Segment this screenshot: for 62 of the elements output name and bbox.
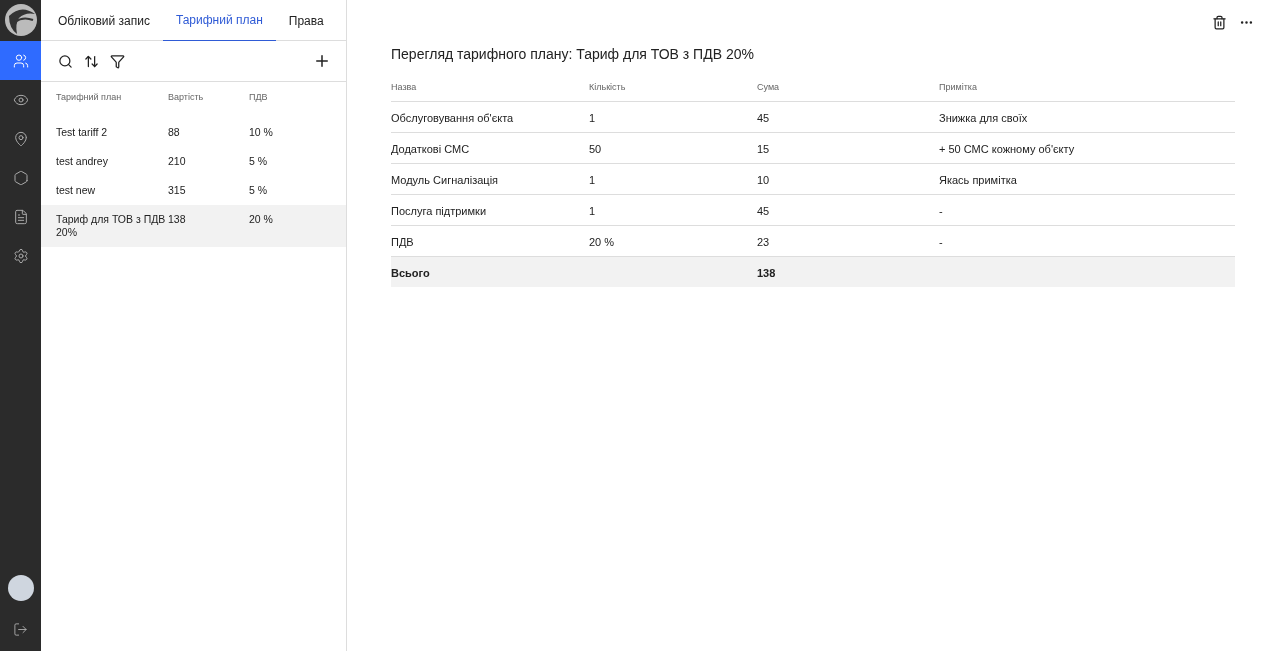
table-cell-text: test andrey xyxy=(56,155,109,168)
table-cell-text: test new xyxy=(56,184,97,197)
settings-icon xyxy=(12,247,29,264)
table-cell: 45 xyxy=(757,112,770,124)
column-header: Сума xyxy=(757,81,781,95)
column-header: Назва xyxy=(391,81,418,95)
table-cell: + 50 СМС кожному об'єкту xyxy=(939,143,1075,155)
table-cell-text: 88 xyxy=(168,126,181,139)
filter-icon[interactable] xyxy=(110,53,125,69)
table-cell-text: 138 xyxy=(168,213,187,227)
table-cell: Якась примітка xyxy=(939,174,1017,186)
table-cell: Всього xyxy=(391,267,430,279)
table-cell-text: 20 % xyxy=(249,213,274,227)
table-cell-text: Тариф для ТОВ з ПДВ 20% xyxy=(56,213,167,239)
page-title: Перегляд тарифного плану: Тариф для ТОВ з ПДВ 20% xyxy=(391,45,755,64)
hexagon-icon xyxy=(12,169,29,186)
table-cell: Обслуговування об'єкта xyxy=(391,112,514,124)
table-cell: 1 xyxy=(589,174,596,186)
column-header: Вартість xyxy=(168,90,205,104)
location-pin-icon xyxy=(12,130,29,147)
table-cell-text: 5 % xyxy=(249,155,269,168)
table-cell: Модуль Сигналізація xyxy=(391,174,499,186)
tariff-row[interactable]: test new 315 5 % xyxy=(41,176,346,205)
table-cell-text: 5 % xyxy=(249,184,269,197)
avatar[interactable] xyxy=(7,575,34,601)
tariff-row[interactable]: test andrey 210 5 % xyxy=(41,147,346,176)
search-icon[interactable] xyxy=(58,53,73,69)
document-icon xyxy=(12,208,29,225)
table-cell-text: 10 % xyxy=(249,126,274,139)
table-cell: Знижка для своїх xyxy=(939,112,1028,124)
table-cell: 15 xyxy=(757,143,770,155)
sort-icon[interactable] xyxy=(84,53,99,69)
tariff-row[interactable]: Тариф для ТОВ з ПДВ 20% 138 20 % xyxy=(41,205,346,247)
tab[interactable]: Права xyxy=(275,0,337,41)
table-cell: Послуга підтримки xyxy=(391,205,487,217)
table-cell: 23 xyxy=(757,236,770,248)
table-cell-text: Test tariff 2 xyxy=(56,126,109,139)
table-cell: 20 % xyxy=(589,236,615,248)
tab[interactable]: Обліковий запис xyxy=(45,0,163,41)
table-cell: 1 xyxy=(589,112,596,124)
table-cell: 45 xyxy=(757,205,770,217)
table-cell: - xyxy=(939,236,943,248)
delete-icon[interactable] xyxy=(1212,14,1227,30)
users-icon xyxy=(12,52,29,69)
table-cell: 138 xyxy=(757,267,776,279)
tab[interactable]: Тарифний план xyxy=(162,0,276,41)
table-cell: Додаткові СМС xyxy=(391,143,470,155)
column-header: ПДВ xyxy=(249,90,269,104)
column-header: Тарифний план xyxy=(56,90,123,104)
table-cell: - xyxy=(939,205,943,217)
tariff-row[interactable]: Test tariff 2 88 10 % xyxy=(41,118,346,147)
add-icon[interactable] xyxy=(313,52,331,70)
logout-icon xyxy=(13,621,28,637)
column-header: Примітка xyxy=(939,81,978,95)
table-cell: 1 xyxy=(589,205,596,217)
table-cell: 50 xyxy=(589,143,602,155)
column-header: Кількість xyxy=(589,81,627,95)
table-cell: 10 xyxy=(757,174,770,186)
nav-item[interactable] xyxy=(0,41,41,80)
table-cell-text: 315 xyxy=(168,184,187,197)
table-cell-text: 210 xyxy=(168,155,187,168)
table-cell: ПДВ xyxy=(391,236,414,248)
